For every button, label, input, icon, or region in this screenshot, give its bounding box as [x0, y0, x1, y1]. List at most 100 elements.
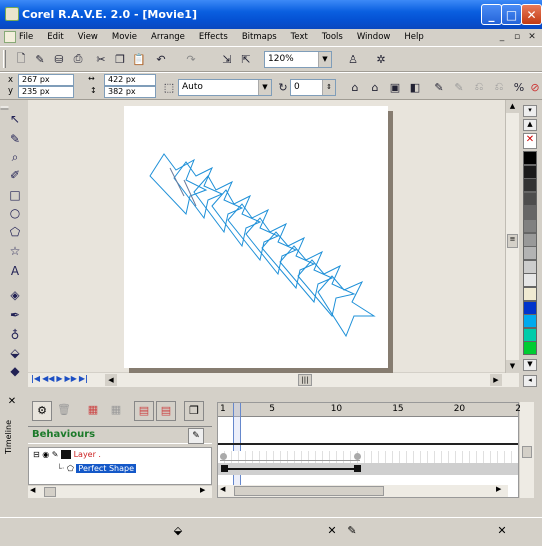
scroll-right-icon[interactable]: ▶ [496, 485, 501, 493]
stage[interactable] [124, 106, 388, 368]
rewind-icon[interactable]: ◀◀ [42, 374, 54, 383]
mdi-close-button[interactable]: ✕ [526, 31, 538, 43]
lock-ratio-icon[interactable]: ⬚ [160, 78, 178, 96]
color-swatch[interactable] [523, 164, 537, 179]
object-frames-track[interactable] [218, 463, 518, 475]
fast-forward-icon[interactable]: ▶▶ [65, 374, 77, 383]
no-color-swatch[interactable]: ✕ [523, 133, 537, 149]
break-apart-icon[interactable]: ◧ [406, 78, 424, 96]
group-icon[interactable]: ⌂ [346, 78, 364, 96]
color-swatch[interactable] [523, 232, 537, 247]
palette-scroll-down-icon[interactable]: ▼ [523, 359, 537, 371]
scroll-left-icon[interactable]: ◀ [105, 374, 117, 386]
save-icon[interactable]: ⛁ [50, 50, 68, 68]
behaviours-menu-icon[interactable]: ✎ [188, 428, 204, 444]
keyframe-icon[interactable]: ▤ [134, 401, 154, 421]
fill-status-icon[interactable]: ⬙ [170, 523, 186, 539]
end-keyframe[interactable] [354, 465, 361, 472]
color-swatch[interactable] [523, 178, 537, 193]
scroll-down-icon[interactable]: ▼ [506, 360, 519, 373]
y-position-input[interactable]: 235 px [18, 86, 74, 98]
perfect-shape-sequence[interactable] [124, 106, 388, 368]
edit-icon[interactable]: ✎ [52, 450, 59, 459]
convert-to-curves-icon[interactable]: ✎ [430, 78, 448, 96]
expand-icon[interactable]: ⊟ [33, 450, 40, 459]
palette-expand-icon[interactable]: ◂ [523, 375, 537, 387]
pick-icon[interactable]: ↖ [6, 110, 24, 128]
first-frame-icon[interactable]: |◀ [31, 374, 40, 383]
fill-icon[interactable]: ⬙ [6, 344, 24, 362]
outline-none-icon[interactable]: ✕ [324, 523, 340, 539]
new-icon[interactable]: 🗋 [12, 50, 30, 68]
menu-view[interactable]: View [71, 29, 105, 45]
menu-help[interactable]: Help [397, 29, 430, 45]
hscroll-thumb[interactable]: ||| [298, 374, 312, 386]
copy-frames-icon[interactable]: ❐ [184, 401, 204, 421]
cut-icon[interactable]: ✂ [92, 50, 110, 68]
menu-window[interactable]: Window [350, 29, 398, 45]
menu-text[interactable]: Text [284, 29, 315, 45]
mdi-minimize-button[interactable]: _ [496, 31, 508, 43]
frames-vscrollbar[interactable] [520, 402, 534, 498]
width-input[interactable]: 422 px [104, 74, 156, 86]
visibility-icon[interactable]: ◉ [42, 450, 49, 459]
eyedropper-icon[interactable]: ✒ [6, 306, 24, 324]
height-input[interactable]: 382 px [104, 86, 156, 98]
layer-keyframe[interactable] [354, 453, 361, 460]
scroll-left-icon[interactable]: ◀ [30, 486, 35, 494]
undo-icon[interactable]: ↶ [152, 50, 170, 68]
wrap-icon[interactable]: ⎌ [470, 78, 488, 96]
scroll-thumb[interactable] [44, 487, 56, 497]
object-row[interactable]: └· ⬠ Perfect Shape [57, 464, 137, 473]
color-swatch[interactable] [523, 300, 537, 315]
horizontal-scrollbar[interactable] [28, 373, 518, 387]
menu-tools[interactable]: Tools [315, 29, 350, 45]
palette-menu-icon[interactable]: ▾ [523, 105, 537, 117]
rotation-angle-input[interactable]: 0 ⇕ [290, 79, 336, 96]
zoom-level-select[interactable]: 120% ▼ [264, 51, 332, 68]
color-swatch[interactable] [523, 219, 537, 233]
open-icon[interactable]: ✎ [31, 50, 49, 68]
color-swatch[interactable] [523, 341, 537, 356]
color-swatch[interactable] [523, 287, 537, 301]
distort-icon[interactable]: ⎌ [490, 78, 508, 96]
new-behaviour-icon[interactable]: ⚙ [32, 401, 52, 421]
scroll-left-icon[interactable]: ◀ [220, 485, 225, 493]
menu-arrange[interactable]: Arrange [144, 29, 192, 45]
interactive-icon[interactable]: ◆ [6, 362, 24, 380]
palette-scroll-up-icon[interactable]: ▲ [523, 119, 537, 131]
color-swatch[interactable] [523, 151, 537, 165]
freehand-icon[interactable]: ✐ [6, 166, 24, 184]
color-swatch[interactable] [523, 259, 537, 274]
scroll-thumb[interactable] [234, 486, 384, 496]
vertical-scrollbar[interactable]: ▲ ≡ ▼ [505, 100, 519, 387]
maximize-button[interactable]: □ [501, 4, 522, 25]
remove-frame-icon[interactable]: ▦ [106, 401, 126, 421]
layer-frames-track[interactable] [218, 451, 518, 463]
scroll-up-icon[interactable]: ▲ [506, 100, 519, 113]
start-keyframe[interactable] [221, 465, 228, 472]
outline-status-icon[interactable]: ✕ [494, 523, 510, 539]
frames-grid[interactable]: 1510152025 ⌕ ◀ ▶ [217, 401, 527, 498]
style-select[interactable]: Auto ▼ [178, 79, 272, 96]
color-swatch[interactable] [523, 246, 537, 261]
app-icon[interactable] [5, 7, 19, 21]
outline-pen-icon[interactable]: ✎ [344, 523, 360, 539]
ellipse-icon[interactable]: ○ [6, 204, 24, 222]
options-icon[interactable]: ✲ [372, 50, 390, 68]
zoom-icon[interactable]: ⌕ [6, 148, 24, 166]
redo-icon[interactable]: ↷ [182, 50, 200, 68]
star-icon[interactable]: ☆ [6, 242, 24, 260]
frames-hscrollbar[interactable]: ◀ ▶ [218, 485, 508, 497]
close-button[interactable]: ✕ [521, 4, 542, 25]
tween-icon[interactable]: ▤ [156, 401, 176, 421]
insert-frame-icon[interactable]: ▦ [83, 401, 103, 421]
rectangle-icon[interactable]: □ [6, 186, 24, 204]
menu-movie[interactable]: Movie [105, 29, 144, 45]
scroll-thumb[interactable]: ≡ [507, 234, 518, 248]
layer-keyframe[interactable] [220, 453, 227, 460]
tree-hscrollbar[interactable]: ◀ ▶ [28, 486, 212, 498]
color-swatch[interactable] [523, 327, 537, 342]
mdi-restore-button[interactable]: ▫ [511, 31, 523, 43]
import-icon[interactable]: ⇲ [218, 50, 236, 68]
